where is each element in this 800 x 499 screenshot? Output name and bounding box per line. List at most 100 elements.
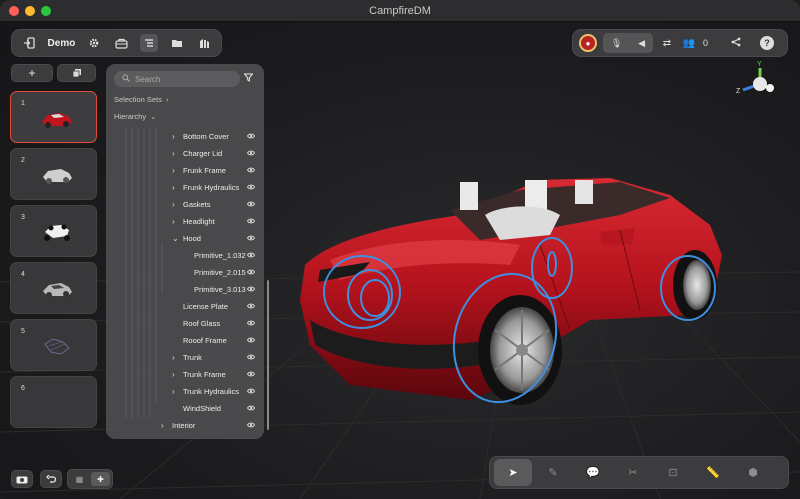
share-icon[interactable] xyxy=(728,37,744,50)
visibility-eye-icon[interactable] xyxy=(246,336,256,345)
exit-icon[interactable] xyxy=(20,34,38,52)
slide-thumbnail[interactable]: 6 xyxy=(10,376,97,428)
hierarchy-item[interactable]: › Trunk Frame xyxy=(172,366,226,383)
selection-sets-label: Selection Sets xyxy=(114,95,162,104)
hierarchy-item[interactable]: Primitive_1.032 xyxy=(183,247,246,264)
visibility-eye-icon[interactable] xyxy=(246,217,256,226)
visibility-eye-icon[interactable] xyxy=(246,319,256,328)
gear-icon[interactable] xyxy=(85,34,103,52)
user-avatar[interactable]: ● xyxy=(579,34,597,52)
puzzle-view-icon[interactable]: ✚ xyxy=(91,472,110,486)
gizmo-z-label: Z xyxy=(736,88,741,95)
hierarchy-item[interactable]: Primitive_2.015 xyxy=(183,264,246,281)
help-icon[interactable]: ? xyxy=(760,36,775,50)
filter-icon[interactable] xyxy=(243,73,254,85)
visibility-eye-icon[interactable] xyxy=(246,370,256,379)
visibility-eye-icon[interactable] xyxy=(246,234,256,243)
cube-icon[interactable]: ⬢ xyxy=(734,459,772,486)
slide-thumbnail[interactable]: 2 xyxy=(10,148,97,200)
pen-icon[interactable]: ✎ xyxy=(534,459,572,486)
visibility-eye-icon[interactable] xyxy=(246,285,256,294)
grid-view-icon[interactable]: ▦ xyxy=(70,472,89,486)
visibility-eye-icon[interactable] xyxy=(246,421,256,430)
hierarchy-item[interactable]: › Interior xyxy=(161,417,195,434)
chevron-right-icon[interactable]: › xyxy=(172,217,180,226)
hierarchy-item[interactable]: ⌄ Hood xyxy=(172,230,201,247)
duplicate-slide-button[interactable] xyxy=(57,64,96,82)
chevron-right-icon[interactable]: › xyxy=(172,166,180,175)
hierarchy-item-label: Primitive_3.013 xyxy=(194,285,246,294)
visibility-eye-icon[interactable] xyxy=(246,353,256,362)
hierarchy-item[interactable]: Roof Glass xyxy=(172,315,220,332)
visibility-eye-icon[interactable] xyxy=(246,183,256,192)
chevron-right-icon[interactable]: › xyxy=(172,183,180,192)
hierarchy-section[interactable]: Hierarchy ⌄ xyxy=(114,112,156,121)
ruler-icon[interactable]: 📏 xyxy=(694,459,732,486)
cursor-icon[interactable]: ➤ xyxy=(494,459,532,486)
toolbox-icon[interactable] xyxy=(113,34,131,52)
speaker-icon[interactable]: ◀ xyxy=(638,38,645,49)
visibility-eye-icon[interactable] xyxy=(246,166,256,175)
slide-thumbnail[interactable]: 3 xyxy=(10,205,97,257)
hierarchy-item[interactable]: › Gaskets xyxy=(172,196,211,213)
visibility-eye-icon[interactable] xyxy=(246,302,256,311)
chevron-right-icon[interactable]: › xyxy=(172,370,180,379)
hierarchy-item[interactable]: › Trunk xyxy=(172,349,202,366)
visibility-eye-icon[interactable] xyxy=(246,200,256,209)
chevron-right-icon[interactable]: › xyxy=(172,353,180,362)
hierarchy-item[interactable]: Rooof Frame xyxy=(172,332,227,349)
slide-thumbnail[interactable]: 1 xyxy=(10,91,97,143)
car-3d-model[interactable] xyxy=(290,170,730,440)
window-controls xyxy=(9,6,51,16)
tool-palette: ➤ ✎ 💬 ✂ ⊡ 📏 ⬢ xyxy=(489,456,789,489)
sync-icon[interactable]: ⇄ xyxy=(659,38,675,49)
outline-list-icon[interactable] xyxy=(140,34,158,52)
visibility-eye-icon[interactable] xyxy=(246,268,256,277)
chevron-right-icon[interactable]: › xyxy=(172,132,180,141)
visibility-eye-icon[interactable] xyxy=(246,404,256,413)
chevron-right-icon[interactable]: › xyxy=(172,200,180,209)
chevron-right-icon[interactable]: › xyxy=(172,387,180,396)
scissors-icon[interactable]: ✂ xyxy=(614,459,652,486)
hierarchy-item[interactable]: › Trunk Hydraulics xyxy=(172,383,239,400)
maximize-window-button[interactable] xyxy=(41,6,51,16)
library-icon[interactable] xyxy=(195,34,213,52)
chevron-down-icon[interactable]: ⌄ xyxy=(172,234,180,243)
hierarchy-item[interactable]: › Bottom Cover xyxy=(172,128,229,145)
visibility-eye-icon[interactable] xyxy=(246,387,256,396)
undo-button[interactable] xyxy=(40,470,62,488)
camera-button[interactable] xyxy=(11,470,33,488)
chevron-right-icon[interactable]: › xyxy=(172,149,180,158)
orientation-gizmo[interactable]: Y Z xyxy=(735,60,780,105)
add-slide-button[interactable]: + xyxy=(11,64,53,82)
hierarchy-item[interactable]: Primitive_3.013 xyxy=(183,281,246,298)
minimize-window-button[interactable] xyxy=(25,6,35,16)
selection-sets-section[interactable]: Selection Sets › xyxy=(114,95,168,104)
hierarchy-item[interactable]: WindShield xyxy=(172,400,221,417)
hierarchy-item-label: Trunk Frame xyxy=(183,370,226,379)
chevron-down-icon: ⌄ xyxy=(150,112,157,121)
slide-thumbnail[interactable]: 4 xyxy=(10,262,97,314)
search-input[interactable] xyxy=(135,74,235,84)
hierarchy-item[interactable]: License Plate xyxy=(172,298,228,315)
slide-thumbnail[interactable]: 5 xyxy=(10,319,97,371)
visibility-eye-icon[interactable] xyxy=(246,251,256,260)
camera-frame-icon[interactable]: ⊡ xyxy=(654,459,692,486)
folder-icon[interactable] xyxy=(168,34,186,52)
close-window-button[interactable] xyxy=(9,6,19,16)
comment-icon[interactable]: 💬 xyxy=(574,459,612,486)
document-name[interactable]: Demo xyxy=(48,38,76,49)
chevron-right-icon[interactable]: › xyxy=(161,421,169,430)
visibility-eye-icon[interactable] xyxy=(246,149,256,158)
hierarchy-item[interactable]: › Frunk Hydraulics xyxy=(172,179,239,196)
window-title: CampfireDM xyxy=(369,4,431,17)
tree-guide-lines xyxy=(125,128,163,418)
microphone-icon[interactable]: 🎙 xyxy=(611,38,622,49)
hierarchy-item[interactable]: › Frunk Frame xyxy=(172,162,226,179)
panel-scrollbar[interactable] xyxy=(267,280,269,430)
title-bar: CampfireDM xyxy=(0,0,800,22)
participants-icon[interactable]: 👥 xyxy=(681,38,697,49)
hierarchy-item[interactable]: › Charger Lid xyxy=(172,145,222,162)
hierarchy-item[interactable]: › Headlight xyxy=(172,213,215,230)
visibility-eye-icon[interactable] xyxy=(246,132,256,141)
